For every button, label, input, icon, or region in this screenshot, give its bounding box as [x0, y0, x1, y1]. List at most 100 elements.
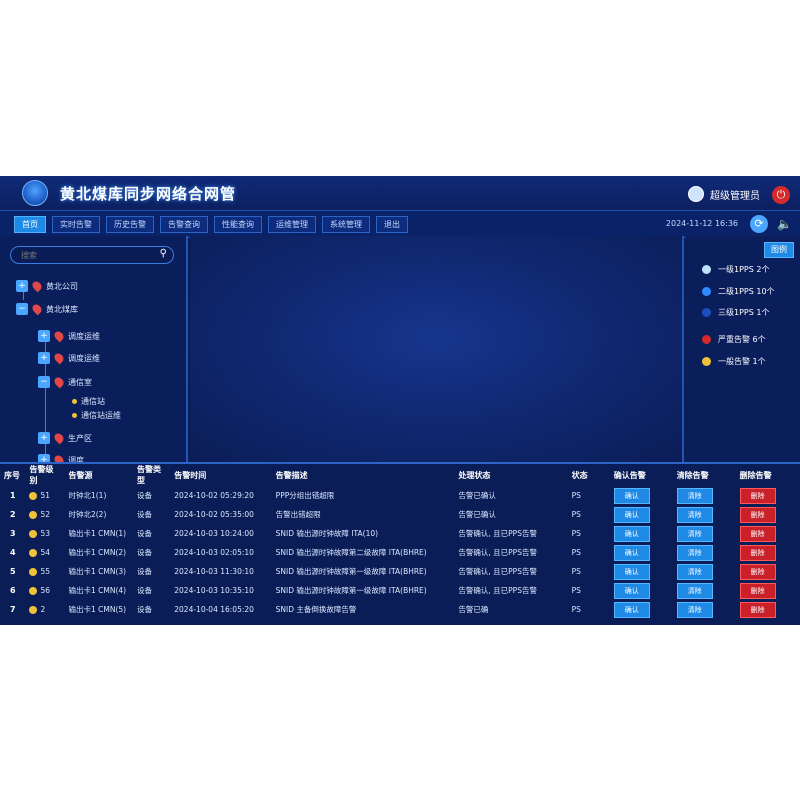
- expand-icon[interactable]: +: [38, 432, 50, 444]
- table-row[interactable]: 1 51 时钟北1(1) 设备 2024-10-02 05:29:20 PPP分组出错超限…: [0, 486, 800, 505]
- topology-view[interactable]: [190, 236, 684, 462]
- nav-bar: 首页 实时告警 历史告警 告警查询 性能查询 运维管理 系统管理 退出 2024-11-12 …: [0, 210, 800, 238]
- alarm-level: 2: [40, 605, 46, 614]
- search-input[interactable]: [19, 248, 153, 263]
- legend-dot-icon: [702, 287, 711, 296]
- clear-cell: 清除: [673, 600, 736, 619]
- table-row[interactable]: 3 53 输出卡1 CMN(1) 设备 2024-10-03 10:24:00 SNID …: [0, 524, 800, 543]
- alarm-level-cell: 54: [25, 543, 64, 562]
- alarm-description: SNID 主备倒换故障告警: [275, 605, 357, 614]
- clear-alarm-button[interactable]: 清除: [676, 506, 713, 523]
- confirm-cell: 确认: [610, 543, 673, 562]
- delete-alarm-button[interactable]: 删除: [739, 487, 776, 504]
- alarm-source: 输出卡1 CMN(2): [68, 548, 127, 557]
- alarm-source: 输出卡1 CMN(3): [68, 567, 127, 576]
- alarm-state: PS: [571, 586, 581, 595]
- tree-node[interactable]: 通信站: [72, 396, 105, 407]
- clear-alarm-button[interactable]: 清除: [676, 525, 713, 542]
- expand-icon[interactable]: +: [16, 280, 28, 292]
- confirm-alarm-button[interactable]: 确认: [613, 487, 650, 504]
- tree-node[interactable]: − 通信室: [38, 375, 92, 389]
- clear-cell: 清除: [673, 524, 736, 543]
- nav-tab-1[interactable]: 首页: [14, 216, 46, 233]
- location-pin-icon: [52, 431, 66, 445]
- nav-tab-2[interactable]: 实时告警: [52, 216, 100, 233]
- delete-alarm-button[interactable]: 删除: [739, 544, 776, 561]
- confirm-alarm-button[interactable]: 确认: [613, 506, 650, 523]
- nav-tab-5[interactable]: 性能查询: [214, 216, 262, 233]
- delete-alarm-button[interactable]: 删除: [739, 506, 776, 523]
- alarm-level-icon: [29, 549, 38, 557]
- legend-item-label: 严重告警 6个: [718, 335, 766, 344]
- alarm-handling-status: 告警确认, 且已PPS告警: [458, 586, 537, 595]
- confirm-alarm-button[interactable]: 确认: [613, 525, 650, 542]
- location-pin-icon: [30, 279, 44, 293]
- legend-item-label: 三级1PPS 1个: [718, 308, 770, 317]
- alarm-type: 设备: [137, 567, 153, 576]
- column-header: 处理状态: [458, 470, 491, 480]
- confirm-alarm-button[interactable]: 确认: [613, 544, 650, 561]
- alarm-description: PPP分组出错超限: [275, 491, 335, 500]
- confirm-alarm-button[interactable]: 确认: [613, 582, 650, 599]
- legend-dot-icon: [702, 265, 711, 274]
- confirm-cell: 确认: [610, 600, 673, 619]
- search-icon[interactable]: ⚲: [160, 248, 167, 259]
- clear-alarm-button[interactable]: 清除: [676, 601, 713, 618]
- alarm-type: 设备: [137, 491, 153, 500]
- table-row[interactable]: 4 54 输出卡1 CMN(2) 设备 2024-10-03 02:05:10 SNID …: [0, 543, 800, 562]
- column-header: 删除告警: [739, 470, 772, 480]
- nav-tab-3[interactable]: 历史告警: [106, 216, 154, 233]
- row-number: 5: [9, 567, 16, 576]
- speaker-icon[interactable]: 🔈: [777, 217, 792, 231]
- alarm-level-cell: 52: [25, 505, 64, 524]
- confirm-alarm-button[interactable]: 确认: [613, 563, 650, 580]
- clear-alarm-button[interactable]: 清除: [676, 582, 713, 599]
- alarm-source: 输出卡1 CMN(5): [68, 605, 127, 614]
- delete-alarm-button[interactable]: 删除: [739, 525, 776, 542]
- clear-alarm-button[interactable]: 清除: [676, 563, 713, 580]
- tree-node[interactable]: + 调度运维: [38, 351, 100, 365]
- legend-button[interactable]: 图例: [764, 242, 794, 258]
- legend-item-label: 一级1PPS 2个: [718, 265, 770, 274]
- location-pin-icon: [30, 302, 44, 316]
- expand-icon[interactable]: +: [38, 352, 50, 364]
- nav-tab-6[interactable]: 运维管理: [268, 216, 316, 233]
- tree-node[interactable]: + 调度运维: [38, 329, 100, 343]
- nav-tab-8[interactable]: 退出: [376, 216, 408, 233]
- location-pin-icon: [52, 329, 66, 343]
- nav-tab-7[interactable]: 系统管理: [322, 216, 370, 233]
- delete-alarm-button[interactable]: 删除: [739, 582, 776, 599]
- collapse-icon[interactable]: −: [38, 376, 50, 388]
- collapse-icon[interactable]: −: [16, 303, 28, 315]
- user-icon: [688, 186, 704, 202]
- tree-node[interactable]: − 黄北煤库: [16, 302, 78, 316]
- alarm-description: SNID 输出源时钟故障第二级故障 ITA(BHRE): [275, 548, 427, 557]
- alarm-level-icon: [29, 511, 38, 519]
- table-row[interactable]: 5 55 输出卡1 CMN(3) 设备 2024-10-03 11:30:10 SNID …: [0, 562, 800, 581]
- refresh-icon[interactable]: ⟳: [750, 215, 768, 233]
- legend-item-label: 二级1PPS 10个: [718, 287, 775, 296]
- user-menu[interactable]: 超级管理员: [688, 186, 760, 202]
- confirm-alarm-button[interactable]: 确认: [613, 601, 650, 618]
- table-row[interactable]: 2 52 时钟北2(2) 设备 2024-10-02 05:35:00 告警出错超限 告警已…: [0, 505, 800, 524]
- location-pin-icon: [30, 279, 44, 293]
- tree-node[interactable]: + 黄北公司: [16, 279, 78, 293]
- delete-alarm-button[interactable]: 删除: [739, 601, 776, 618]
- table-row[interactable]: 7 2 输出卡1 CMN(5) 设备 2024-10-04 16:05:20 SNID 主…: [0, 600, 800, 619]
- power-icon[interactable]: ⏻: [772, 186, 790, 204]
- column-header: 告警级别: [29, 465, 54, 485]
- delete-alarm-button[interactable]: 删除: [739, 563, 776, 580]
- clear-alarm-button[interactable]: 清除: [676, 487, 713, 504]
- tree-node[interactable]: 通信站运维: [72, 410, 121, 421]
- column-header: 告警描述: [275, 470, 308, 480]
- delete-cell: 删除: [736, 543, 800, 562]
- alarm-time: 2024-10-03 10:24:00: [174, 529, 254, 538]
- expand-icon[interactable]: +: [38, 330, 50, 342]
- alarm-time: 2024-10-03 02:05:10: [174, 548, 254, 557]
- alarm-level-icon: [29, 587, 38, 595]
- nav-tab-4[interactable]: 告警查询: [160, 216, 208, 233]
- clear-alarm-button[interactable]: 清除: [676, 544, 713, 561]
- tree-node[interactable]: + 生产区: [38, 431, 92, 445]
- table-row[interactable]: 6 56 输出卡1 CMN(4) 设备 2024-10-03 10:35:10 SNID …: [0, 581, 800, 600]
- row-number: 4: [9, 548, 16, 557]
